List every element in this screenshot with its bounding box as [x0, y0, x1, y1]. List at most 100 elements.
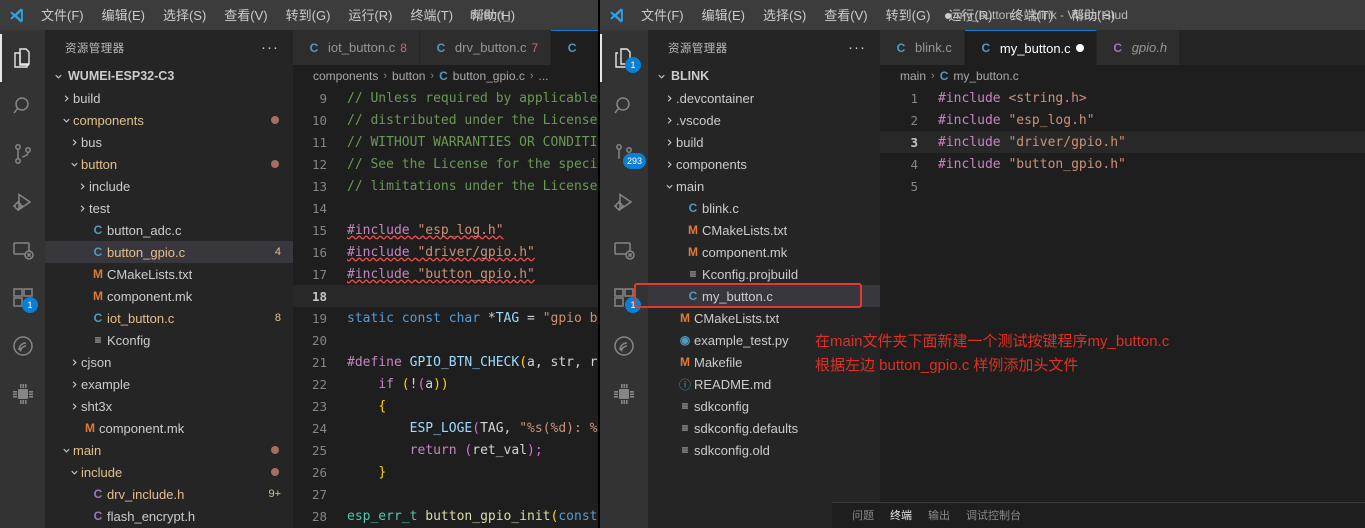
- tree-item-cjson[interactable]: cjson: [45, 351, 293, 373]
- panel-tab-terminal[interactable]: 终端: [890, 503, 912, 528]
- line-source[interactable]: #include "button_gpio.h": [341, 267, 535, 282]
- line-source[interactable]: esp_err_t button_gpio_init(const: [341, 509, 597, 524]
- line-source[interactable]: #include "button_gpio.h": [932, 157, 1126, 172]
- breadcrumb-seg-1[interactable]: button: [392, 69, 425, 83]
- tree-item-sht3x[interactable]: sht3x: [45, 395, 293, 417]
- code-line[interactable]: 28 esp_err_t button_gpio_init(const: [293, 505, 600, 527]
- breadcrumb-seg-0[interactable]: components: [313, 69, 378, 83]
- tree-item-components[interactable]: components: [45, 109, 293, 131]
- activity-extensions[interactable]: 1: [0, 274, 45, 322]
- breadcrumb-seg-1[interactable]: my_button.c: [953, 69, 1018, 83]
- tree-item-component-mk[interactable]: Mcomponent.mk: [45, 285, 293, 307]
- line-source[interactable]: if (!(a)): [341, 377, 448, 392]
- panel-tab-debug-console[interactable]: 调试控制台: [966, 503, 1021, 528]
- line-source[interactable]: }: [341, 465, 386, 480]
- code-line[interactable]: 16 #include "driver/gpio.h": [293, 241, 600, 263]
- line-source[interactable]: // See the License for the speci: [341, 157, 597, 172]
- explorer-overflow-icon[interactable]: ···: [261, 39, 285, 56]
- menu-go[interactable]: 转到(G): [877, 4, 940, 27]
- code-line[interactable]: 14: [293, 197, 600, 219]
- left-editor-tabs[interactable]: Ciot_button.c 8 Cdrv_button.c 7 C: [293, 30, 600, 65]
- activity-run-and-debug[interactable]: [600, 178, 648, 226]
- line-source[interactable]: ESP_LOGE(TAG, "%s(%d): %: [341, 421, 598, 436]
- menu-run[interactable]: 运行(R): [939, 4, 1001, 27]
- editor-tab-my-button-c[interactable]: Cmy_button.c: [964, 30, 1097, 65]
- menu-edit[interactable]: 编辑(E): [693, 4, 754, 27]
- left-menu-bar[interactable]: 文件(F) 编辑(E) 选择(S) 查看(V) 转到(G) 运行(R) 终端(T…: [32, 4, 524, 27]
- tree-item-sdkconfig-old[interactable]: ≡ sdkconfig.old: [648, 439, 880, 461]
- activity-source-control[interactable]: [0, 130, 45, 178]
- tree-item-kconfig-projbuild[interactable]: ≡ Kconfig.projbuild: [648, 263, 880, 285]
- editor-tab[interactable]: C: [551, 30, 600, 65]
- tree-item-bus[interactable]: bus: [45, 131, 293, 153]
- right-activity-bar[interactable]: 1 293 1: [600, 30, 648, 528]
- right-code-area[interactable]: 1 #include <string.h> 2 #include "esp_log.h…: [880, 87, 1365, 528]
- code-line[interactable]: 15 #include "esp_log.h": [293, 219, 600, 241]
- tree-item-include[interactable]: include: [45, 175, 293, 197]
- activity-espressif[interactable]: [600, 322, 648, 370]
- code-line[interactable]: 26 }: [293, 461, 600, 483]
- code-line[interactable]: 20: [293, 329, 600, 351]
- tree-item-build[interactable]: build: [45, 87, 293, 109]
- breadcrumb-seg-2[interactable]: button_gpio.c: [453, 69, 525, 83]
- right-bottom-panel[interactable]: 问题 终端 输出 调试控制台: [832, 502, 1365, 528]
- menu-select[interactable]: 选择(S): [154, 4, 215, 27]
- right-menu-bar[interactable]: 文件(F) 编辑(E) 选择(S) 查看(V) 转到(G) 运行(R) 终端(T…: [632, 4, 1124, 27]
- menu-go[interactable]: 转到(G): [277, 4, 340, 27]
- editor-tab-iot-button-c[interactable]: Ciot_button.c 8: [293, 30, 420, 65]
- activity-remote-explorer[interactable]: [0, 226, 45, 274]
- code-line[interactable]: 2 #include "esp_log.h": [880, 109, 1365, 131]
- code-line[interactable]: 27: [293, 483, 600, 505]
- tree-item-cmakelists-txt[interactable]: M CMakeLists.txt: [648, 219, 880, 241]
- activity-search[interactable]: [600, 82, 648, 130]
- activity-explorer[interactable]: [0, 34, 45, 82]
- activity-remote-explorer[interactable]: [600, 226, 648, 274]
- line-source[interactable]: #define GPIO_BTN_CHECK(a, str, r: [341, 355, 597, 370]
- menu-view[interactable]: 查看(V): [815, 4, 876, 27]
- tree-item-cmakelists-txt[interactable]: M CMakeLists.txt: [648, 307, 880, 329]
- code-line[interactable]: 10 // distributed under the License: [293, 109, 600, 131]
- tree-item-main[interactable]: main: [648, 175, 880, 197]
- code-line[interactable]: 4 #include "button_gpio.h": [880, 153, 1365, 175]
- tree-item-sdkconfig[interactable]: ≡ sdkconfig: [648, 395, 880, 417]
- tree-item-drv-include-h[interactable]: Cdrv_include.h 9+: [45, 483, 293, 505]
- activity-search[interactable]: [0, 82, 45, 130]
- line-source[interactable]: #include "driver/gpio.h": [932, 135, 1126, 150]
- tree-item-main[interactable]: main: [45, 439, 293, 461]
- tree-item--vscode[interactable]: .vscode: [648, 109, 880, 131]
- left-workspace-root[interactable]: WUMEI-ESP32-C3: [45, 65, 293, 87]
- activity-explorer[interactable]: 1: [600, 34, 648, 82]
- code-line[interactable]: 22 if (!(a)): [293, 373, 600, 395]
- activity-extensions[interactable]: 1: [600, 274, 648, 322]
- code-line[interactable]: 12 // See the License for the speci: [293, 153, 600, 175]
- tree-item-test[interactable]: test: [45, 197, 293, 219]
- tree-item-build[interactable]: build: [648, 131, 880, 153]
- line-source[interactable]: // WITHOUT WARRANTIES OR CONDITI: [341, 135, 597, 150]
- menu-run[interactable]: 运行(R): [339, 4, 401, 27]
- code-line[interactable]: 24 ESP_LOGE(TAG, "%s(%d): %: [293, 417, 600, 439]
- menu-help[interactable]: 帮助(H): [1062, 4, 1124, 27]
- code-line[interactable]: 19 static const char *TAG = "gpio b: [293, 307, 600, 329]
- activity-chip[interactable]: [600, 370, 648, 418]
- line-source[interactable]: #include "esp_log.h": [341, 223, 504, 238]
- right-file-tree[interactable]: .devcontainer .vscode build components main C…: [648, 87, 880, 528]
- tree-item-button-gpio-c[interactable]: Cbutton_gpio.c 4: [45, 241, 293, 263]
- menu-terminal[interactable]: 终端(T): [1001, 4, 1062, 27]
- menu-file[interactable]: 文件(F): [632, 4, 693, 27]
- menu-terminal[interactable]: 终端(T): [401, 4, 462, 27]
- menu-edit[interactable]: 编辑(E): [93, 4, 154, 27]
- right-breadcrumb[interactable]: main › C my_button.c: [880, 65, 1365, 87]
- left-file-tree[interactable]: build components bus button include test Cbutt…: [45, 87, 293, 528]
- line-source[interactable]: {: [341, 399, 386, 414]
- line-source[interactable]: #include <string.h>: [932, 91, 1087, 106]
- tree-item-components[interactable]: components: [648, 153, 880, 175]
- tree-item--devcontainer[interactable]: .devcontainer: [648, 87, 880, 109]
- panel-tab-output[interactable]: 输出: [928, 503, 950, 528]
- right-editor-tabs[interactable]: Cblink.c Cmy_button.c Cgpio.h: [880, 30, 1365, 65]
- line-source[interactable]: // Unless required by applicable: [341, 91, 597, 106]
- code-line[interactable]: 3 #include "driver/gpio.h": [880, 131, 1365, 153]
- left-activity-bar[interactable]: 1: [0, 30, 45, 528]
- tree-item-button-adc-c[interactable]: Cbutton_adc.c: [45, 219, 293, 241]
- code-line[interactable]: 9 // Unless required by applicable: [293, 87, 600, 109]
- editor-tab-gpio-h[interactable]: Cgpio.h: [1096, 30, 1181, 65]
